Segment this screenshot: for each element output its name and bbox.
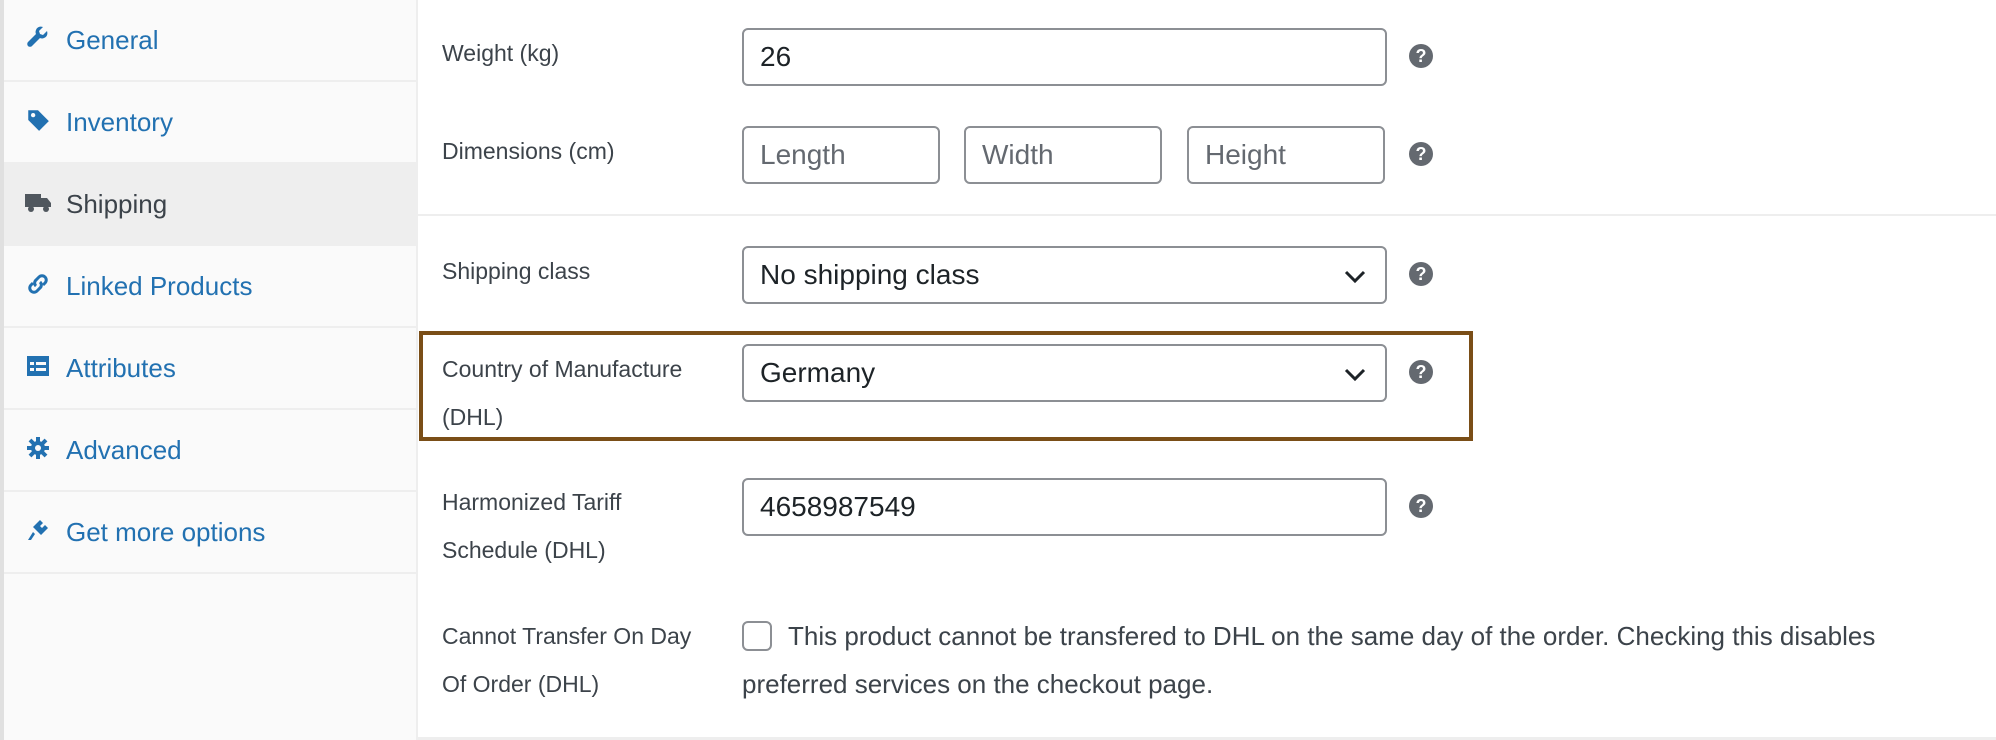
tab-label: General — [66, 24, 159, 55]
weight-label: Weight (kg) — [442, 40, 560, 66]
cannot-transfer-description: This product cannot be transfered to DHL… — [742, 621, 1876, 699]
dimensions-label: Dimensions (cm) — [442, 138, 615, 164]
help-icon[interactable]: ? — [1409, 262, 1433, 286]
tab-attributes[interactable]: Attributes — [4, 328, 416, 410]
cannot-transfer-label: Cannot Transfer On Day — [442, 623, 692, 649]
tab-inventory[interactable]: Inventory — [4, 82, 416, 164]
hts-label-line2: Schedule (DHL) — [442, 537, 606, 563]
length-input[interactable] — [742, 126, 940, 184]
link-icon — [24, 270, 52, 298]
help-icon[interactable]: ? — [1409, 44, 1433, 68]
tab-label: Get more options — [66, 516, 266, 547]
chevron-down-icon — [1344, 270, 1366, 284]
cannot-transfer-checkbox[interactable] — [742, 621, 772, 651]
country-value: Germany — [760, 357, 876, 388]
cannot-transfer-label-line2: Of Order (DHL) — [442, 671, 600, 697]
plug-icon — [24, 516, 52, 544]
truck-icon — [24, 188, 52, 216]
tab-advanced[interactable]: Advanced — [4, 410, 416, 492]
chevron-down-icon — [1344, 368, 1366, 382]
shipping-class-label: Shipping class — [442, 258, 591, 284]
wrench-icon — [24, 24, 52, 52]
tab-label: Advanced — [66, 434, 182, 465]
country-of-manufacture-select[interactable]: Germany — [742, 344, 1387, 402]
country-of-manufacture-label-line2: (DHL) — [442, 404, 504, 430]
gear-icon — [24, 434, 52, 462]
height-input[interactable] — [1187, 126, 1385, 184]
tab-get-more-options[interactable]: Get more options — [4, 492, 416, 574]
country-of-manufacture-label: Country of Manufacture — [442, 356, 683, 382]
tab-label: Shipping — [66, 188, 168, 219]
tag-icon — [24, 106, 52, 134]
hts-input[interactable] — [742, 478, 1387, 536]
shipping-class-select[interactable]: No shipping class — [742, 246, 1387, 304]
tab-label: Inventory — [66, 106, 173, 137]
tab-label: Attributes — [66, 352, 176, 383]
tab-linked-products[interactable]: Linked Products — [4, 246, 416, 328]
tab-general[interactable]: General — [4, 0, 416, 82]
section-divider — [418, 214, 1996, 216]
help-icon[interactable]: ? — [1409, 360, 1433, 384]
shipping-class-value: No shipping class — [760, 259, 980, 290]
list-icon — [24, 352, 52, 380]
weight-input[interactable] — [742, 28, 1387, 86]
help-icon[interactable]: ? — [1409, 142, 1433, 166]
help-icon[interactable]: ? — [1409, 494, 1433, 518]
width-input[interactable] — [964, 126, 1162, 184]
hts-label: Harmonized Tariff — [442, 489, 622, 515]
product-data-tabs: General Inventory Shipping Linked Produc… — [0, 0, 416, 740]
tab-shipping[interactable]: Shipping — [4, 164, 416, 246]
tab-label: Linked Products — [66, 270, 253, 301]
sidebar-divider — [416, 0, 418, 740]
